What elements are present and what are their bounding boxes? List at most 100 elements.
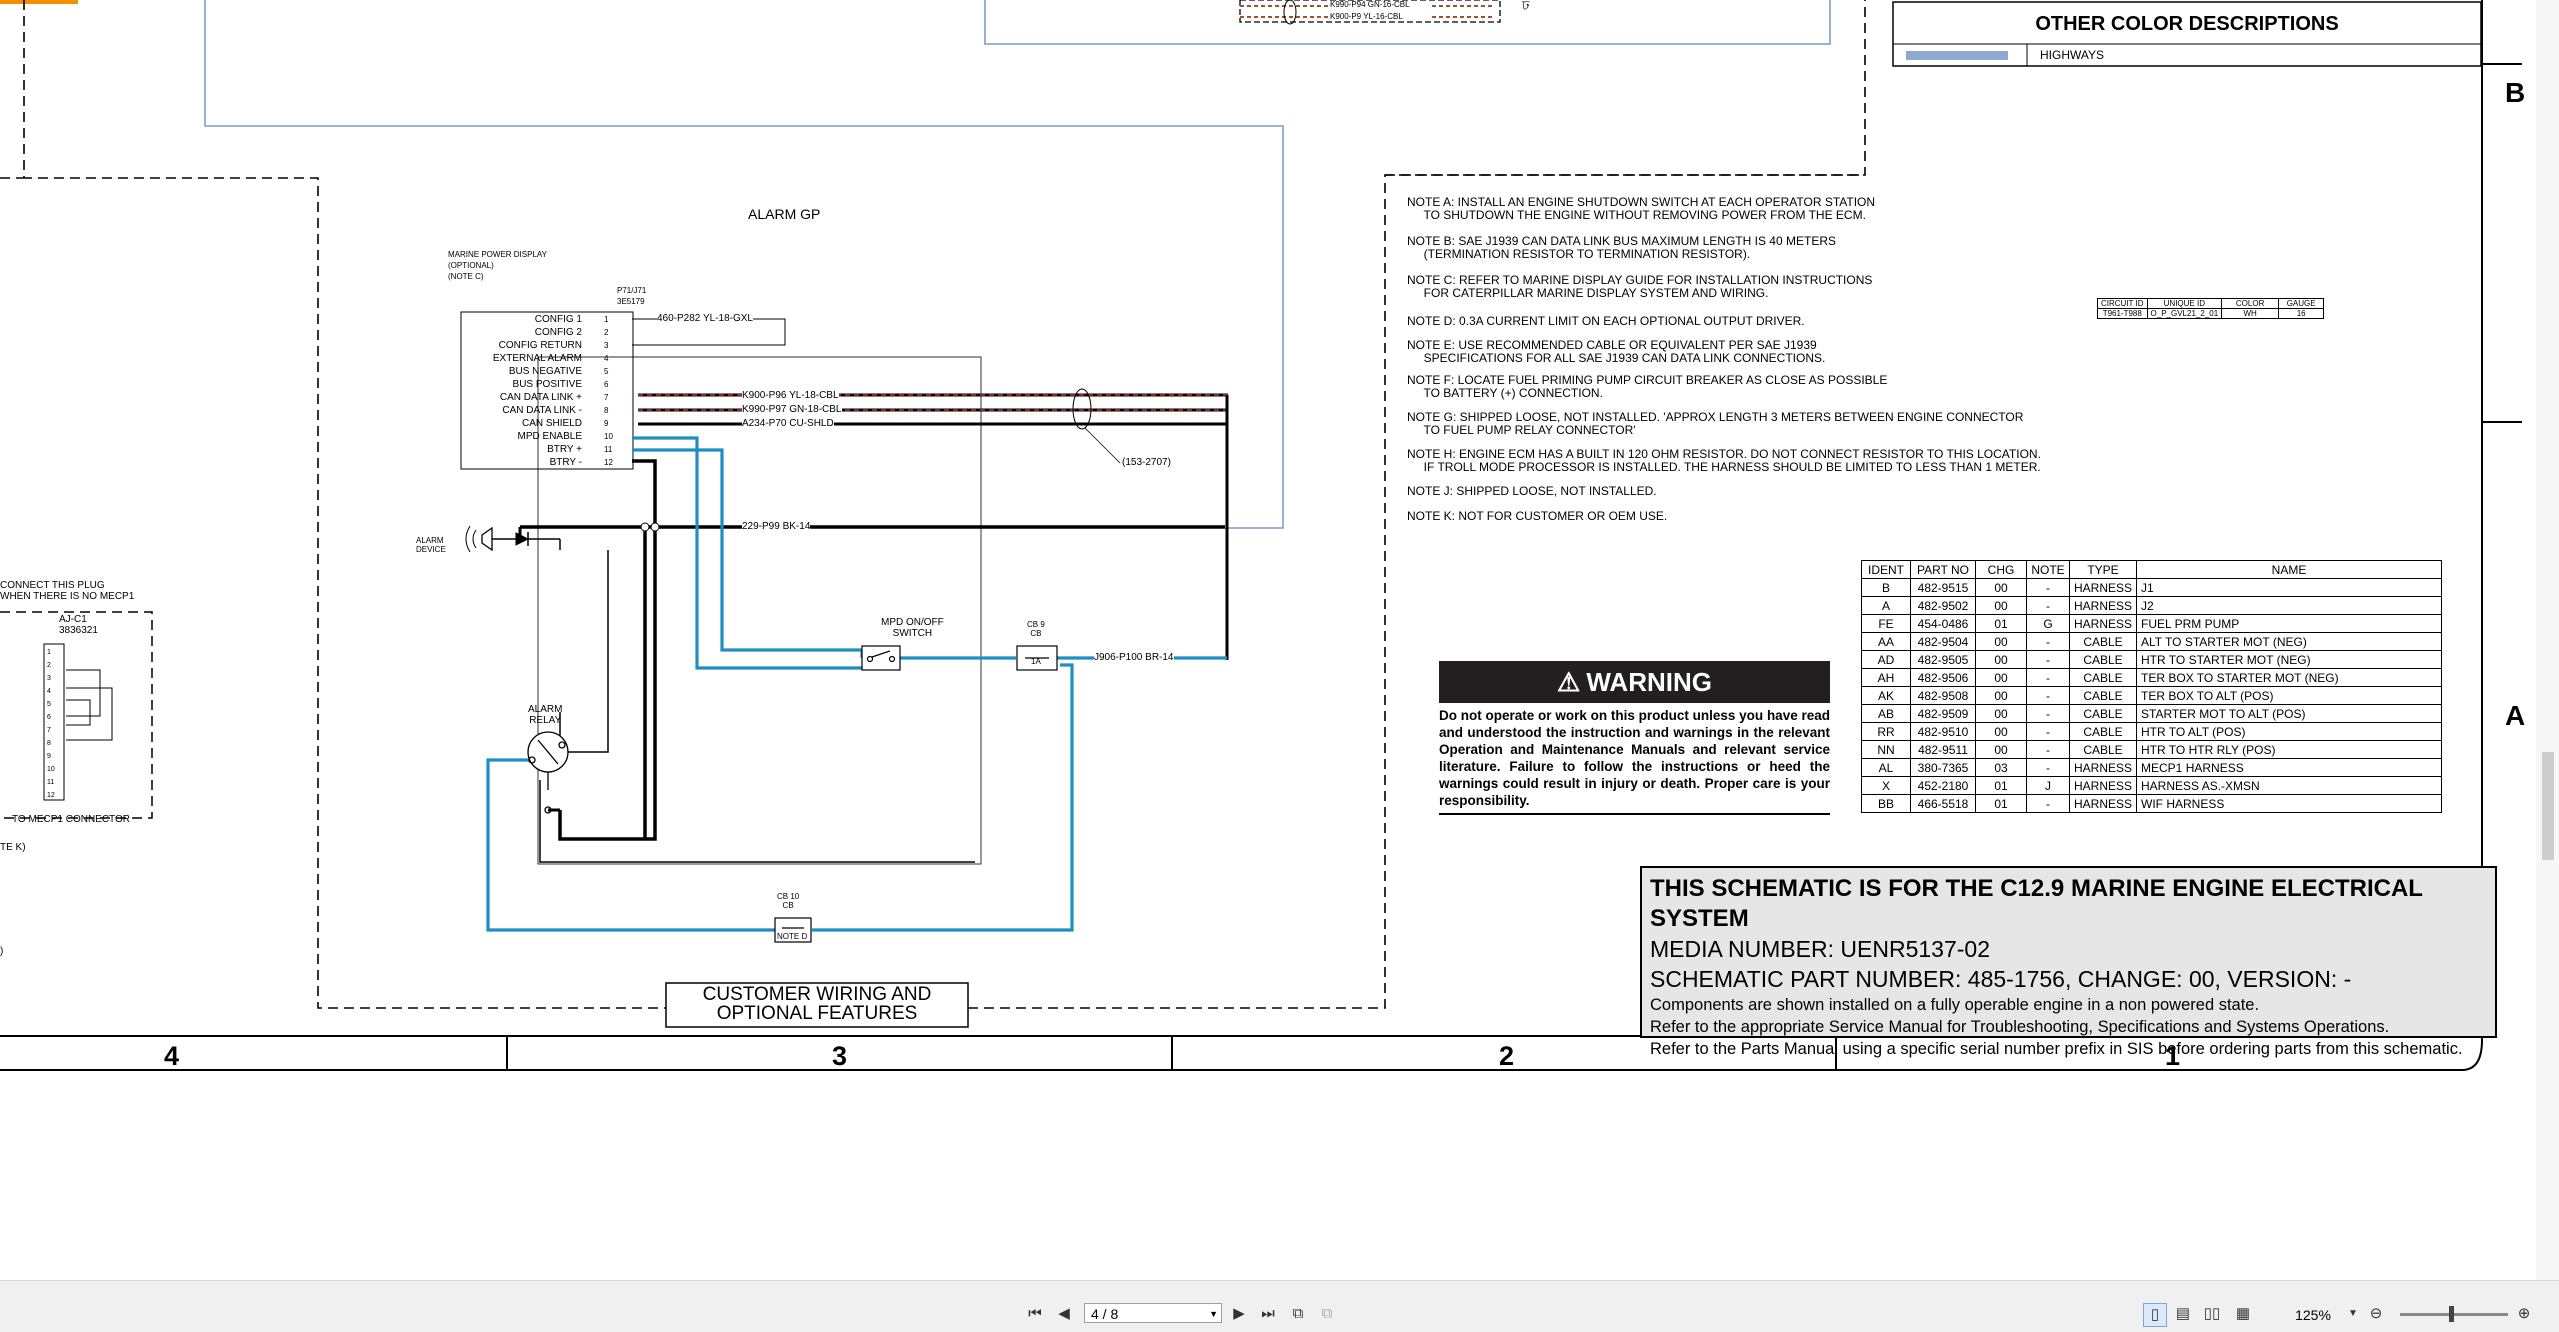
parts-table-cell: 482-9509 <box>1910 704 1976 723</box>
parts-table-cell: - <box>2026 686 2070 705</box>
note-line: NOTE J: SHIPPED LOOSE, NOT INSTALLED. <box>1407 484 1657 498</box>
single-page-view-icon[interactable]: ▯ <box>2143 1303 2167 1327</box>
dashed-section-borders <box>0 0 1866 1009</box>
wire-label-k990-p94: K990-P94 GN-16-CBL <box>1330 0 1410 9</box>
pin-number: 10 <box>604 432 613 441</box>
alarm-relay-label-line: ALARM <box>528 704 563 715</box>
blue-wires <box>486 436 1227 932</box>
pin-label: EXTERNAL ALARM <box>492 353 582 364</box>
display-label-line: (NOTE C) <box>448 272 484 281</box>
circuit-header: COLOR <box>2221 298 2280 309</box>
left-note-fragment: TE K) <box>0 842 26 853</box>
parts-table-cell: 03 <box>1975 758 2027 777</box>
wire-label-k990-p97: K990-P97 GN-18-CBL <box>742 404 842 416</box>
aj-pin: 4 <box>47 688 51 695</box>
circuit-cell: O_P_GVL21_2_01 <box>2146 308 2223 319</box>
circuit-cell: 16 <box>2278 308 2325 319</box>
parts-table-cell: 482-9508 <box>1910 686 1976 705</box>
parts-table-cell: - <box>2026 578 2070 597</box>
display-label: MARINE POWER DISPLAY (OPTIONAL) (NOTE C) <box>448 249 547 282</box>
parts-table-cell: 482-9505 <box>1910 650 1976 669</box>
parts-table-cell: HARNESS <box>2068 758 2138 777</box>
parts-table-cell: 00 <box>1975 650 2027 669</box>
parts-table-cell: AD <box>1861 650 1911 669</box>
aj-c1-label: AJ-C1 3836321 <box>59 614 98 636</box>
parts-table-row: AD 482-9505 00- CABLE HTR TO STARTER MOT (NE… <box>1861 650 2443 669</box>
zoom-slider-handle[interactable] <box>2449 1306 2454 1322</box>
next-page-icon[interactable]: ▶ <box>1228 1303 1250 1325</box>
vertical-scroll-thumb[interactable] <box>2542 752 2554 860</box>
to-mecp1-label: TO MECP1 CONNECTOR <box>12 814 130 825</box>
prev-page-icon[interactable]: ◀ <box>1053 1303 1075 1325</box>
warning-title: WARNING <box>1586 666 1712 697</box>
cb9-label-line: CB <box>1030 629 1042 638</box>
pin-number: 3 <box>604 341 609 350</box>
parts-header: IDENT <box>1861 560 1911 579</box>
alarm-device-label-line: DEVICE <box>416 545 446 554</box>
aj-c1-connector-drawing <box>0 611 153 819</box>
parts-table-cell: HARNESS <box>2068 614 2138 633</box>
aj-pin: 9 <box>47 753 51 760</box>
parts-table-cell: BB <box>1861 794 1911 813</box>
alarm-device-symbol <box>465 525 561 553</box>
circuit-header: UNIQUE ID <box>2146 298 2223 309</box>
parts-table-body: B 482-9515 00- HARNESS J1 A 482-9502 00- HARNESS… <box>1861 578 2443 813</box>
zoom-in-icon[interactable]: ⊕ <box>2513 1303 2535 1325</box>
zoom-dropdown-icon[interactable]: ▼ <box>2342 1303 2364 1325</box>
page-indicator: 4 / 8 <box>1091 1306 1119 1322</box>
note-line: NOTE K: NOT FOR CUSTOMER OR OEM USE. <box>1407 509 1668 523</box>
note-line: TO BATTERY (+) CONNECTION. <box>1407 386 1603 400</box>
page-ref-symbol: ঢ <box>1522 0 1530 13</box>
two-page-continuous-icon[interactable]: ▦ <box>2232 1303 2254 1325</box>
vertical-scrollbar[interactable] <box>2536 0 2559 1280</box>
view-mode-icon[interactable]: ⧉ <box>1287 1303 1309 1325</box>
parts-table-cell: J <box>2026 776 2070 795</box>
parts-table-cell: AB <box>1861 704 1911 723</box>
parts-table-cell: J1 <box>2136 578 2443 597</box>
zoom-slider-track[interactable] <box>2400 1313 2508 1316</box>
parts-header: CHG <box>1975 560 2027 579</box>
parts-table-cell: G <box>2026 614 2070 633</box>
title-block-note: Components are shown installed on a full… <box>1650 996 2260 1014</box>
connector-label-line: P71/J71 <box>617 286 647 295</box>
pin-number: 6 <box>604 380 609 389</box>
title-block-note: Refer to the appropriate Service Manual … <box>1650 1018 2390 1036</box>
cb10-label-line: CB 10 <box>777 892 800 901</box>
parts-table-cell: 01 <box>1975 776 2027 795</box>
zoom-out-icon[interactable]: ⊖ <box>2365 1303 2387 1325</box>
circuit-cell: T961-T988 <box>2097 308 2148 319</box>
view-mode-alt-icon[interactable]: ⧉ <box>1316 1303 1338 1325</box>
other-colors-title: OTHER COLOR DESCRIPTIONS <box>2035 13 2339 35</box>
parts-table-cell: FUEL PRM PUMP <box>2136 614 2443 633</box>
parts-table-cell: - <box>2026 632 2070 651</box>
warning-header: ⚠ WARNING <box>1439 661 1830 703</box>
parts-table-cell: TER BOX TO ALT (POS) <box>2136 686 2443 705</box>
first-page-icon[interactable]: ⏮ <box>1024 1303 1046 1325</box>
two-page-view-icon[interactable]: ▯▯ <box>2201 1303 2223 1325</box>
chevron-down-icon[interactable]: ▼ <box>1209 1304 1218 1324</box>
parts-table-cell: CABLE <box>2068 668 2138 687</box>
continuous-view-icon[interactable]: ▤ <box>2172 1303 2194 1325</box>
pin-label: MPD ENABLE <box>517 431 582 442</box>
aj-pin: 5 <box>47 701 51 708</box>
parts-table-cell: AA <box>1861 632 1911 651</box>
note-line: (TERMINATION RESISTOR TO TERMINATION RES… <box>1407 247 1751 261</box>
parts-header: TYPE <box>2068 560 2138 579</box>
page-number-input[interactable]: 4 / 8 ▼ <box>1084 1303 1222 1323</box>
parts-table-cell: 00 <box>1975 596 2027 615</box>
warning-text: Do not operate or work on this product u… <box>1439 707 1830 815</box>
alarm-gp-title: ALARM GP <box>748 206 821 222</box>
parts-table-cell: 00 <box>1975 704 2027 723</box>
parts-table-row: FE 454-0486 01 G HARNESS FUEL PRM PUMP <box>1861 614 2443 633</box>
cb10-label-line: CB <box>782 901 794 910</box>
parts-table-cell: STARTER MOT TO ALT (POS) <box>2136 704 2443 723</box>
alarm-relay-label-line: RELAY <box>529 715 562 726</box>
parts-table-cell: WIF HARNESS <box>2136 794 2443 813</box>
parts-table-row: NN 482-9511 00- CABLE HTR TO HTR RLY (POS) <box>1861 740 2443 759</box>
parts-table-row: AH 482-9506 00- CABLE TER BOX TO STARTER MOT… <box>1861 668 2443 687</box>
display-label-line: (OPTIONAL) <box>448 261 494 270</box>
last-page-icon[interactable]: ⏭ <box>1257 1303 1279 1325</box>
aj-c1-label-line: 3836321 <box>59 625 98 636</box>
zoom-level[interactable]: 125% <box>2283 1305 2343 1325</box>
thin-wires <box>539 550 975 863</box>
